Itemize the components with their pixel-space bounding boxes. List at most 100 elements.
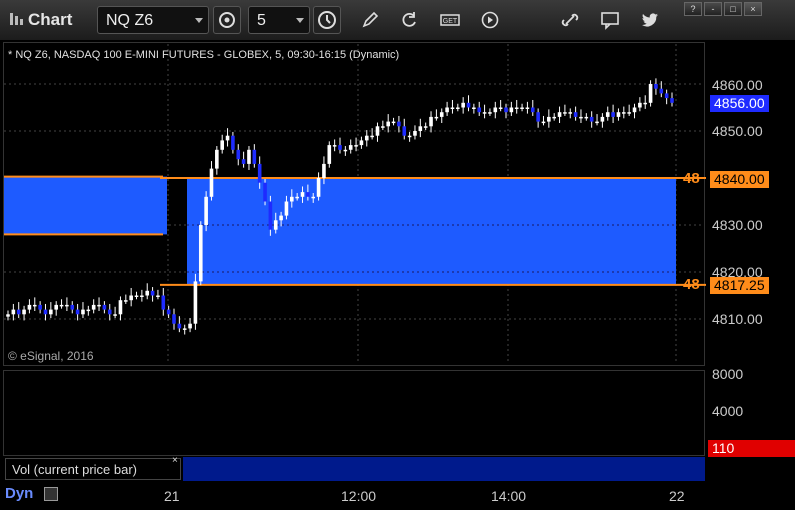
candle-body xyxy=(91,304,96,310)
dynamic-mode-label[interactable]: Dyn xyxy=(5,485,33,502)
candle-body xyxy=(407,135,412,138)
lock-icon[interactable] xyxy=(44,487,58,501)
candle-body xyxy=(59,304,64,307)
candle-body xyxy=(161,295,166,310)
candle-body xyxy=(215,149,219,169)
candle-body xyxy=(402,126,407,136)
candle-body xyxy=(445,107,449,113)
candle-body xyxy=(413,131,417,136)
candle-body xyxy=(11,309,16,315)
candle-body xyxy=(381,126,385,128)
time-axis-label: 14:00 xyxy=(491,488,527,504)
candle-body xyxy=(638,102,642,108)
candle-body xyxy=(466,102,471,108)
candle-body xyxy=(472,107,476,109)
candle-body xyxy=(509,107,514,113)
candle-body xyxy=(429,116,433,127)
candle-body xyxy=(370,135,374,138)
candle-body xyxy=(231,135,235,150)
candle-body xyxy=(659,88,664,94)
candle-body xyxy=(22,309,26,315)
candle-body xyxy=(86,309,91,312)
candle-body xyxy=(150,290,155,296)
candle-body xyxy=(343,149,348,152)
candle-body xyxy=(16,309,21,315)
candle-body xyxy=(209,168,214,197)
candle-body xyxy=(493,107,498,113)
candle-body xyxy=(654,84,658,89)
lower-level-badge: 4817.25 xyxy=(710,277,769,294)
candle-body xyxy=(32,304,37,307)
candle-body xyxy=(70,304,75,310)
candle-body xyxy=(391,121,396,124)
candle-body xyxy=(348,145,353,150)
candle-body xyxy=(498,107,503,109)
candle-body xyxy=(134,295,139,297)
volume-pane[interactable] xyxy=(3,370,705,456)
time-axis-label: 22 xyxy=(669,488,685,504)
candle-body xyxy=(65,304,69,307)
candle-body xyxy=(257,163,262,183)
candle-body xyxy=(595,121,599,124)
candle-body xyxy=(359,140,364,146)
candle-body xyxy=(664,93,669,99)
candle-body xyxy=(354,145,358,147)
candle-body xyxy=(439,112,444,117)
candle-body xyxy=(290,196,294,202)
candle-body xyxy=(220,140,224,150)
candle-body xyxy=(418,126,423,131)
time-axis-label: 21 xyxy=(164,488,180,504)
candle-body xyxy=(423,126,428,128)
candle-body xyxy=(622,112,626,114)
chart-description: * NQ Z6, NASDAQ 100 E-MINI FUTURES - GLO… xyxy=(8,49,400,61)
price-axis-label: 4850.00 xyxy=(712,123,763,139)
candle-body xyxy=(552,116,556,119)
candle-body xyxy=(43,309,48,315)
upper-level-tag: 48 xyxy=(683,170,700,187)
candle-body xyxy=(75,309,80,315)
candle-body xyxy=(279,215,283,221)
candle-body xyxy=(172,314,176,324)
candle-body xyxy=(198,225,203,282)
candle-body xyxy=(648,84,653,103)
watermark: © eSignal, 2016 xyxy=(8,349,94,363)
volume-current-badge: 110 xyxy=(708,440,795,457)
candle-body xyxy=(605,112,610,117)
close-icon[interactable]: × xyxy=(172,455,178,466)
candle-body xyxy=(193,281,198,324)
price-axis-label: 4830.00 xyxy=(712,217,763,233)
candle-body xyxy=(247,149,251,164)
candle-body xyxy=(97,304,101,307)
candle-body xyxy=(477,107,482,113)
candle-body xyxy=(563,112,567,114)
candle-body xyxy=(129,295,133,301)
volume-study-bar xyxy=(183,457,705,481)
candle-body xyxy=(306,192,310,197)
upper-level-badge: 4840.00 xyxy=(710,171,769,188)
candle-body xyxy=(568,112,573,114)
candle-body xyxy=(525,107,530,109)
candle-body xyxy=(520,107,524,109)
candle-body xyxy=(547,116,551,122)
candle-body xyxy=(332,145,337,147)
candle-body xyxy=(316,178,321,197)
candle-body xyxy=(252,149,257,164)
candle-body xyxy=(268,201,273,230)
candle-body xyxy=(273,220,278,230)
candle-body xyxy=(616,112,621,117)
candle-body xyxy=(482,112,487,114)
candle-body xyxy=(124,300,128,302)
candle-body xyxy=(27,304,32,310)
candle-body xyxy=(557,112,562,117)
prior-range-band xyxy=(4,176,167,235)
candle-body xyxy=(375,126,380,136)
candle-body xyxy=(434,116,439,119)
candle-body xyxy=(573,112,578,117)
lower-level-tag: 48 xyxy=(683,276,700,293)
candle-body xyxy=(118,300,123,315)
candle-body xyxy=(397,121,401,127)
candle-body xyxy=(54,304,58,310)
candle-body xyxy=(530,107,535,113)
volume-study-label[interactable]: Vol (current price bar) xyxy=(5,458,181,480)
candle-body xyxy=(504,107,508,113)
